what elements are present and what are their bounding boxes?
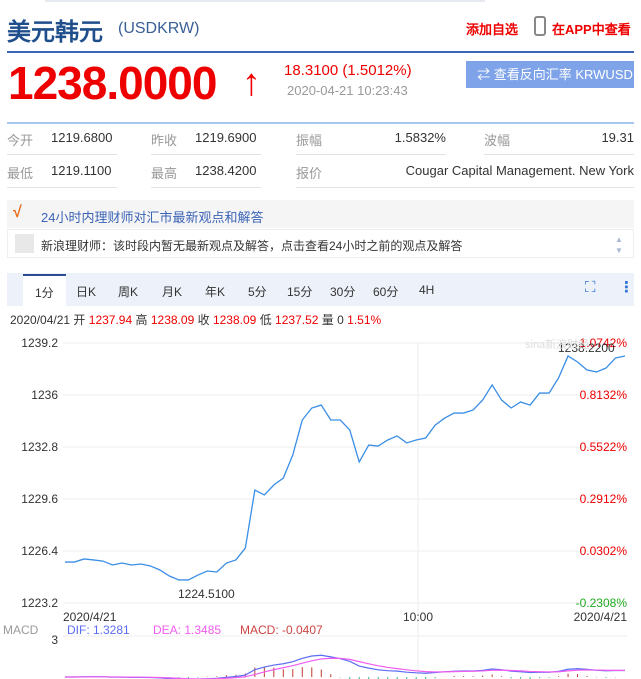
scroll-up-icon[interactable]: ▲ bbox=[615, 235, 623, 244]
watermark: sina新浪财经 bbox=[525, 337, 589, 351]
price-change: 18.3100 (1.5012%) bbox=[284, 62, 412, 79]
pct-tick-label: 0.2912% bbox=[580, 492, 628, 506]
volume-value: 0 bbox=[337, 313, 344, 327]
stat-value: Cougar Capital Management. New York bbox=[405, 163, 634, 178]
tab-6[interactable]: 15分 bbox=[287, 283, 312, 300]
x-tick-label: 10:00 bbox=[403, 610, 433, 624]
stat-value: 1219.1100 bbox=[51, 163, 112, 178]
up-arrow-icon: ↑ bbox=[242, 62, 261, 104]
symbol-code: (USDKRW) bbox=[118, 20, 200, 37]
scroll-down-icon[interactable]: ▼ bbox=[615, 246, 623, 255]
tab-1[interactable]: 日K bbox=[76, 283, 96, 300]
stat-value: 1238.4200 bbox=[195, 163, 257, 178]
stat-1: 昨收 1219.6900 bbox=[151, 130, 261, 156]
page-title: 美元韩元 bbox=[7, 19, 103, 46]
macd-value-label: MACD: -0.0407 bbox=[240, 623, 323, 637]
trend-icon: √ bbox=[13, 204, 22, 221]
more-icon[interactable]: ⋮ bbox=[619, 278, 634, 296]
pct-tick-label: 0.0302% bbox=[580, 544, 628, 558]
stats-divider bbox=[7, 122, 634, 124]
stat-divider bbox=[296, 187, 634, 188]
view-in-app-link[interactable]: 在APP中查看 bbox=[552, 19, 631, 38]
tab-9[interactable]: 4H bbox=[419, 283, 434, 297]
stat-label: 振幅 bbox=[296, 133, 323, 148]
stat-0: 今开 1219.6800 bbox=[7, 130, 117, 156]
stat-label: 最高 bbox=[151, 166, 178, 181]
y-tick-label: 1236 bbox=[31, 388, 58, 402]
stat-value: 1219.6900 bbox=[195, 130, 257, 145]
tab-2[interactable]: 周K bbox=[118, 283, 138, 300]
tab-7[interactable]: 30分 bbox=[330, 283, 355, 300]
stat-5: 最高 1238.4200 bbox=[151, 163, 261, 189]
add-favorite-link[interactable]: 添加自选 bbox=[466, 19, 518, 38]
high-label: 高 bbox=[135, 313, 148, 327]
stat-label: 昨收 bbox=[151, 133, 178, 148]
price-chart[interactable]: 1239.2 1.0742%1236 0.8132%1232.8 0.5522%122… bbox=[0, 330, 641, 679]
pct-tick-label: 0.8132% bbox=[580, 388, 628, 402]
macd-y-tick: 3 bbox=[51, 633, 58, 647]
stat-label: 波幅 bbox=[484, 133, 511, 148]
high-value: 1238.09 bbox=[150, 313, 195, 327]
pct-tick-label: -0.2308% bbox=[576, 596, 628, 610]
price-line bbox=[65, 355, 626, 581]
advisor-title-link[interactable]: 24小时内理财师对汇市最新观点和解答 bbox=[41, 207, 263, 226]
dea-line bbox=[65, 657, 626, 679]
volume-label: 量 bbox=[321, 313, 334, 327]
close-value: 1238.09 bbox=[212, 313, 257, 327]
pct-tick-label: 0.5522% bbox=[580, 440, 628, 454]
min-price-label: 1224.5100 bbox=[178, 587, 235, 601]
chart-tabbar bbox=[7, 273, 634, 306]
ohlc-readout: 2020/04/21 开 1237.94 高 1238.09 收 1238.09… bbox=[10, 311, 381, 328]
pct-value: 1.51% bbox=[347, 313, 382, 327]
y-tick-label: 1223.2 bbox=[21, 596, 58, 610]
stat-divider bbox=[484, 154, 634, 155]
quote-time: 2020-04-21 10:23:43 bbox=[287, 83, 408, 98]
low-value: 1237.52 bbox=[275, 313, 319, 327]
dea-label: DEA: 1.3485 bbox=[153, 623, 221, 637]
stat-value: 1.5832% bbox=[394, 130, 446, 145]
tab-4[interactable]: 年K bbox=[205, 283, 225, 300]
low-label: 低 bbox=[259, 313, 272, 327]
macd-label: MACD bbox=[3, 623, 39, 637]
avatar bbox=[15, 234, 34, 253]
stat-label: 最低 bbox=[7, 166, 34, 181]
stat-label: 今开 bbox=[7, 133, 34, 148]
stat-value: 1219.6800 bbox=[51, 130, 113, 145]
stat-6: 报价 Cougar Capital Management. New York bbox=[296, 163, 634, 189]
top-divider bbox=[45, 0, 485, 2]
y-tick-label: 1232.8 bbox=[21, 440, 58, 454]
tab-0[interactable]: 1分 bbox=[23, 274, 66, 306]
open-label: 开 bbox=[73, 313, 86, 327]
x-tick-label: 2020/4/21 bbox=[574, 610, 628, 624]
stat-3: 波幅 19.31 bbox=[484, 130, 634, 156]
open-value: 1237.94 bbox=[88, 313, 133, 327]
stat-divider bbox=[296, 154, 446, 155]
phone-icon bbox=[534, 16, 546, 36]
tab-8[interactable]: 60分 bbox=[373, 283, 398, 300]
header-divider bbox=[7, 51, 634, 53]
ohlc-date: 2020/04/21 bbox=[10, 313, 71, 327]
reverse-rate-button[interactable]: ⇄ 查看反向汇率 KRWUSD bbox=[466, 61, 634, 88]
tab-5[interactable]: 5分 bbox=[248, 283, 267, 300]
y-tick-label: 1229.6 bbox=[21, 492, 58, 506]
close-label: 收 bbox=[197, 313, 210, 327]
y-tick-label: 1226.4 bbox=[21, 544, 58, 558]
tab-3[interactable]: 月K bbox=[162, 283, 182, 300]
stat-divider bbox=[7, 187, 117, 188]
stat-4: 最低 1219.1100 bbox=[7, 163, 117, 189]
stat-value: 19.31 bbox=[601, 130, 634, 145]
stat-label: 报价 bbox=[296, 166, 323, 181]
stat-2: 振幅 1.5832% bbox=[296, 130, 446, 156]
y-tick-label: 1239.2 bbox=[21, 336, 58, 350]
fullscreen-icon[interactable]: ⛶ bbox=[585, 279, 596, 296]
current-price: 1238.0000 bbox=[8, 57, 217, 109]
x-tick-label: 2020/4/21 bbox=[63, 610, 117, 624]
stat-divider bbox=[7, 154, 117, 155]
stat-divider bbox=[151, 154, 261, 155]
advisor-message[interactable]: 新浪理财师：该时段内暂无最新观点及解答，点击查看24小时之前的观点及解答 bbox=[41, 237, 462, 254]
stat-divider bbox=[151, 187, 261, 188]
dif-label: DIF: 1.3281 bbox=[67, 623, 130, 637]
